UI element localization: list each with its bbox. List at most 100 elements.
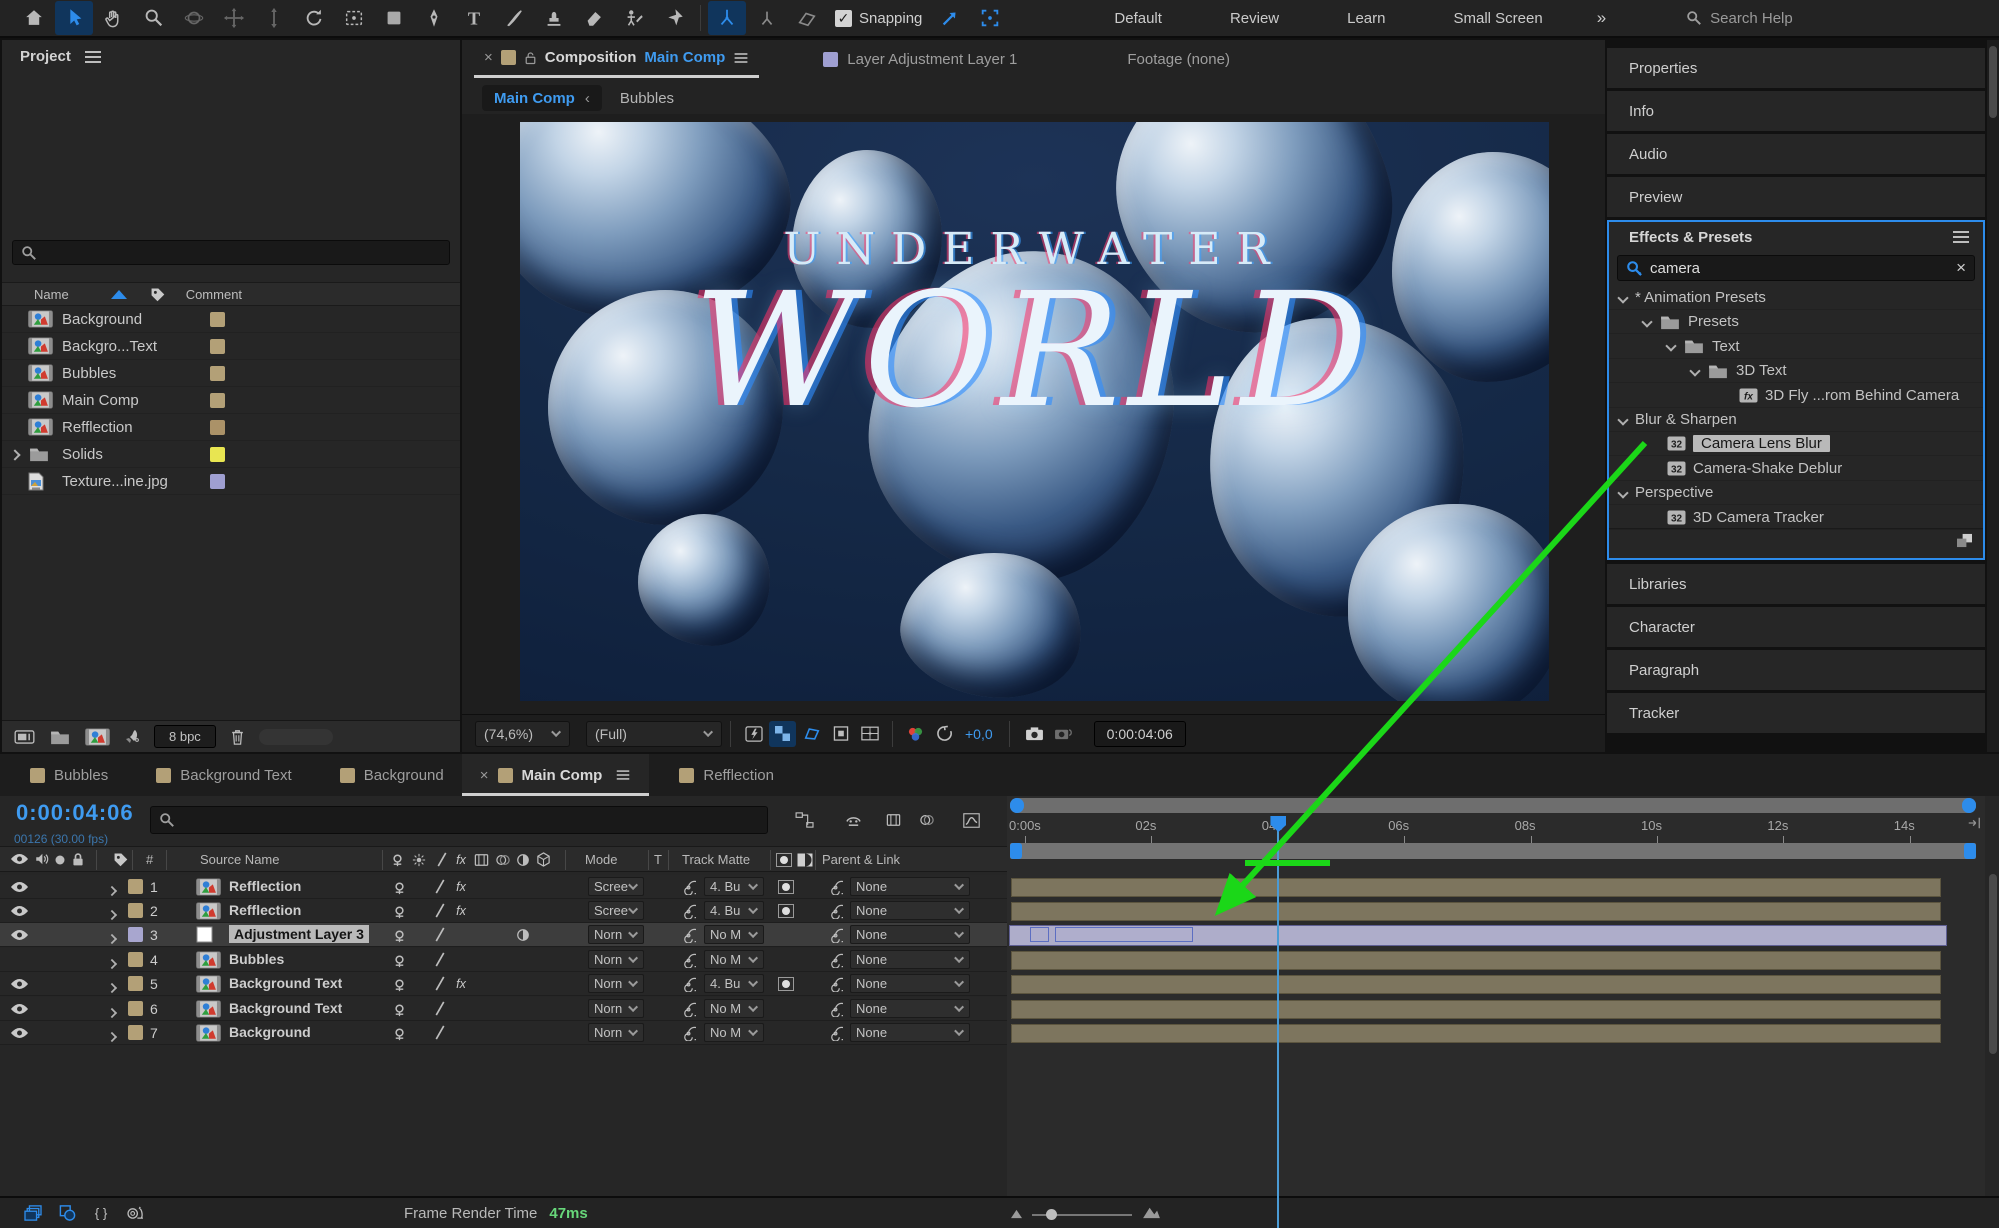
layer-row-7[interactable]: 7 Background Norn No M None: [0, 1021, 1007, 1046]
hand-tool[interactable]: [95, 1, 133, 35]
workspace-tab-small-screen[interactable]: Small Screen: [1420, 10, 1577, 27]
blend-mode-dropdown[interactable]: Norn: [588, 1023, 644, 1043]
help-search[interactable]: Search Help: [1686, 10, 1793, 27]
label-swatch[interactable]: [210, 338, 225, 354]
layer-label-swatch[interactable]: [128, 951, 143, 967]
reset-exposure-icon[interactable]: [931, 721, 958, 747]
shy-layers-icon[interactable]: [838, 806, 868, 834]
effects-tree-item-3d-fly-rom-behind-camera[interactable]: fx 3D Fly ...rom Behind Camera: [1609, 384, 1983, 408]
parent-dropdown[interactable]: None: [850, 876, 970, 896]
resolution-dropdown[interactable]: (Full): [586, 720, 722, 747]
eye-toggle[interactable]: [10, 881, 29, 893]
tab-composition-main-comp[interactable]: × Composition Main Comp: [474, 40, 760, 78]
collapse-toggle[interactable]: [392, 880, 407, 895]
layer-name[interactable]: Adjustment Layer 3: [229, 925, 369, 944]
layer-bar-selected[interactable]: [1009, 925, 1947, 947]
column-comment[interactable]: Comment: [186, 287, 242, 302]
grid-guides-icon[interactable]: [856, 721, 883, 747]
roto-brush-tool[interactable]: [615, 1, 653, 35]
layer-label-swatch[interactable]: [128, 1025, 143, 1041]
timeline-tab-background-text[interactable]: Background Text: [138, 754, 309, 796]
pan-camera-tool[interactable]: [215, 1, 253, 35]
parent-pickwhip-icon[interactable]: [828, 977, 843, 993]
layer-label-swatch[interactable]: [128, 927, 143, 943]
timeline-tab-main-comp[interactable]: × Main Comp: [461, 754, 650, 796]
chevron-down-icon[interactable]: [1665, 340, 1677, 352]
track-matte-dropdown[interactable]: 4. Bu: [704, 876, 764, 896]
viewer-stage[interactable]: UNDERWATER WORLD: [462, 114, 1605, 714]
adjustment-layer-badge[interactable]: [516, 928, 530, 942]
breadcrumb-current[interactable]: Main Comp ‹: [482, 85, 602, 111]
parent-dropdown[interactable]: None: [850, 1023, 970, 1043]
layer-row-3[interactable]: 3 Adjustment Layer 3 Norn No M None: [0, 923, 1007, 948]
trash-icon[interactable]: [230, 729, 245, 745]
project-item-refflection[interactable]: Refflection: [2, 414, 460, 441]
snap-frame-icon[interactable]: [971, 1, 1009, 35]
workspace-tab-learn[interactable]: Learn: [1313, 10, 1419, 27]
timeline-ruler-zone[interactable]: 0:00s02s04s06s08s10s12s14s: [1007, 796, 1985, 1228]
graph-editor-icon[interactable]: [956, 806, 986, 834]
work-area-end-handle[interactable]: [1964, 843, 1976, 859]
work-area-start-handle[interactable]: [1010, 843, 1022, 859]
effects-tree-item--animation-presets[interactable]: * Animation Presets: [1609, 286, 1983, 310]
expand-chevron[interactable]: [106, 882, 118, 898]
layer-name[interactable]: Background Text: [229, 1000, 342, 1016]
mini-flowchart-icon[interactable]: [790, 806, 820, 834]
parent-pickwhip-icon[interactable]: [828, 953, 843, 968]
effect-duration-box[interactable]: [1030, 927, 1049, 943]
scrollbar-cap-left[interactable]: [1010, 798, 1024, 813]
sidebar-tab-paragraph[interactable]: Paragraph: [1607, 650, 1985, 690]
workspace-overflow[interactable]: »: [1577, 8, 1626, 28]
effects-tree-item-3d-camera-tracker[interactable]: 32 3D Camera Tracker: [1609, 506, 1983, 530]
matte-pickwhip-icon[interactable]: [681, 953, 696, 968]
clone-stamp-tool[interactable]: [535, 1, 573, 35]
track-matte-dropdown[interactable]: 4. Bu: [704, 900, 764, 920]
viewer-timecode[interactable]: 0:00:04:06: [1093, 720, 1186, 747]
show-snapshot-icon[interactable]: [1050, 721, 1077, 747]
interpret-footage-icon[interactable]: [14, 729, 35, 744]
layer-label-swatch[interactable]: [128, 1000, 143, 1016]
parent-link-column[interactable]: Parent & Link: [822, 852, 900, 867]
track-matte-column[interactable]: Track Matte: [682, 852, 750, 867]
parent-pickwhip-icon[interactable]: [828, 1026, 843, 1042]
project-item-backgro-text[interactable]: Backgro...Text: [2, 333, 460, 360]
render-time-toggle[interactable]: [120, 1201, 150, 1225]
label-swatch[interactable]: [210, 365, 225, 381]
workspace-tab-default[interactable]: Default: [1080, 10, 1196, 27]
mode-column[interactable]: Mode: [585, 852, 618, 867]
work-area-bar[interactable]: [1010, 843, 1976, 859]
snapping-checkbox[interactable]: ✓: [835, 9, 852, 27]
layer-row-6[interactable]: 6 Background Text Norn No M None: [0, 996, 1007, 1021]
magnification-dropdown[interactable]: (74,6%): [475, 720, 570, 747]
expand-chevron[interactable]: [106, 930, 118, 946]
layer-name[interactable]: Bubbles: [229, 951, 284, 967]
fast-preview-icon[interactable]: [740, 721, 767, 747]
label-swatch[interactable]: [210, 392, 225, 408]
current-time-display[interactable]: 0:00:04:06: [16, 800, 134, 826]
effects-tree-item-camera-shake-deblur[interactable]: 32 Camera-Shake Deblur: [1609, 457, 1983, 481]
layer-name[interactable]: Refflection: [229, 902, 301, 918]
parent-pickwhip-icon[interactable]: [828, 880, 843, 895]
eye-toggle[interactable]: [10, 1027, 29, 1039]
frame-blend-icon[interactable]: [878, 806, 908, 834]
scrollbar-cap-right[interactable]: [1962, 798, 1976, 813]
matte-enabled-icon[interactable]: [778, 903, 794, 918]
parent-dropdown[interactable]: None: [850, 925, 970, 945]
quality-toggle[interactable]: [434, 1025, 446, 1040]
fx-badge[interactable]: fx: [452, 903, 470, 918]
eye-toggle[interactable]: [10, 905, 29, 917]
project-item-texture-ine-jpg[interactable]: Texture...ine.jpg: [2, 468, 460, 495]
breadcrumb-previous[interactable]: Bubbles: [620, 90, 674, 107]
fx-badge[interactable]: fx: [452, 879, 470, 894]
parent-pickwhip-icon[interactable]: [828, 928, 843, 944]
collapse-toggle[interactable]: [392, 928, 407, 943]
project-item-background[interactable]: Background: [2, 306, 460, 333]
chevron-down-icon[interactable]: [1641, 316, 1653, 328]
sidebar-tab-properties[interactable]: Properties: [1607, 48, 1985, 88]
new-folder-icon[interactable]: [49, 729, 71, 745]
fx-badge[interactable]: fx: [452, 976, 470, 991]
panel-menu-icon[interactable]: [1953, 236, 1969, 238]
label-swatch[interactable]: [210, 311, 225, 327]
effects-search-input[interactable]: camera ×: [1617, 255, 1975, 281]
world-axis-tool[interactable]: [748, 1, 786, 35]
